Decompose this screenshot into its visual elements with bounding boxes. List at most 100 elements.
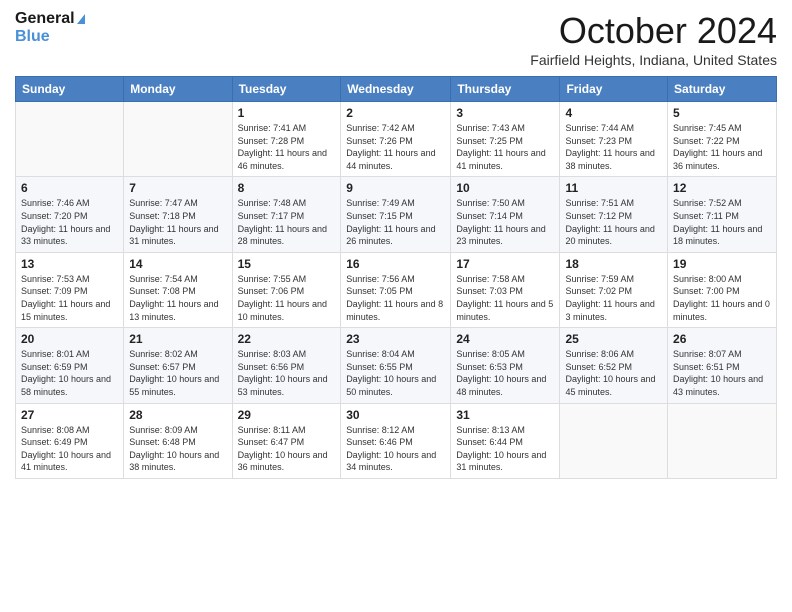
calendar-cell: 24 Sunrise: 8:05 AMSunset: 6:53 PMDayligh… <box>451 328 560 403</box>
day-number: 21 <box>129 332 226 346</box>
day-info: Sunrise: 7:44 AMSunset: 7:23 PMDaylight:… <box>565 123 654 171</box>
day-info: Sunrise: 8:02 AMSunset: 6:57 PMDaylight:… <box>129 349 219 397</box>
calendar-cell: 29 Sunrise: 8:11 AMSunset: 6:47 PMDayligh… <box>232 403 341 478</box>
day-info: Sunrise: 7:47 AMSunset: 7:18 PMDaylight:… <box>129 198 218 246</box>
day-number: 3 <box>456 106 554 120</box>
day-info: Sunrise: 8:05 AMSunset: 6:53 PMDaylight:… <box>456 349 546 397</box>
day-info: Sunrise: 7:59 AMSunset: 7:02 PMDaylight:… <box>565 274 654 322</box>
col-thursday: Thursday <box>451 77 560 102</box>
day-number: 6 <box>21 181 118 195</box>
day-info: Sunrise: 7:49 AMSunset: 7:15 PMDaylight:… <box>346 198 435 246</box>
day-info: Sunrise: 8:04 AMSunset: 6:55 PMDaylight:… <box>346 349 436 397</box>
calendar-cell: 20 Sunrise: 8:01 AMSunset: 6:59 PMDayligh… <box>16 328 124 403</box>
day-info: Sunrise: 7:54 AMSunset: 7:08 PMDaylight:… <box>129 274 218 322</box>
calendar-cell <box>124 102 232 177</box>
day-info: Sunrise: 8:07 AMSunset: 6:51 PMDaylight:… <box>673 349 763 397</box>
col-saturday: Saturday <box>668 77 777 102</box>
calendar-cell: 30 Sunrise: 8:12 AMSunset: 6:46 PMDayligh… <box>341 403 451 478</box>
day-info: Sunrise: 8:12 AMSunset: 6:46 PMDaylight:… <box>346 425 436 473</box>
calendar-cell: 23Sunrise: 8:04 AMSunset: 6:55 PMDayligh… <box>341 328 451 403</box>
calendar-cell: 7 Sunrise: 7:47 AMSunset: 7:18 PMDaylight… <box>124 177 232 252</box>
calendar-cell: 1Sunrise: 7:41 AMSunset: 7:28 PMDaylight… <box>232 102 341 177</box>
day-number: 24 <box>456 332 554 346</box>
day-info: Sunrise: 8:01 AMSunset: 6:59 PMDaylight:… <box>21 349 111 397</box>
calendar-cell: 17 Sunrise: 7:58 AMSunset: 7:03 PMDayligh… <box>451 252 560 327</box>
day-info: Sunrise: 7:48 AMSunset: 7:17 PMDaylight:… <box>238 198 327 246</box>
calendar-cell: 9 Sunrise: 7:49 AMSunset: 7:15 PMDaylight… <box>341 177 451 252</box>
day-number: 16 <box>346 257 445 271</box>
page: General Blue October 2024 Fairfield Heig… <box>0 0 792 612</box>
day-number: 28 <box>129 408 226 422</box>
calendar-cell: 8Sunrise: 7:48 AMSunset: 7:17 PMDaylight… <box>232 177 341 252</box>
day-number: 15 <box>238 257 336 271</box>
calendar-cell: 19Sunrise: 8:00 AMSunset: 7:00 PMDayligh… <box>668 252 777 327</box>
day-info: Sunrise: 7:45 AMSunset: 7:22 PMDaylight:… <box>673 123 762 171</box>
day-info: Sunrise: 8:09 AMSunset: 6:48 PMDaylight:… <box>129 425 219 473</box>
day-number: 31 <box>456 408 554 422</box>
calendar-cell <box>560 403 668 478</box>
logo: General Blue <box>15 10 85 45</box>
location-title: Fairfield Heights, Indiana, United State… <box>530 52 777 68</box>
calendar-cell: 6 Sunrise: 7:46 AMSunset: 7:20 PMDaylight… <box>16 177 124 252</box>
day-info: Sunrise: 7:46 AMSunset: 7:20 PMDaylight:… <box>21 198 110 246</box>
day-info: Sunrise: 7:50 AMSunset: 7:14 PMDaylight:… <box>456 198 545 246</box>
day-number: 20 <box>21 332 118 346</box>
day-number: 2 <box>346 106 445 120</box>
calendar-cell: 26 Sunrise: 8:07 AMSunset: 6:51 PMDayligh… <box>668 328 777 403</box>
day-info: Sunrise: 8:13 AMSunset: 6:44 PMDaylight:… <box>456 425 546 473</box>
day-info: Sunrise: 7:52 AMSunset: 7:11 PMDaylight:… <box>673 198 762 246</box>
day-number: 11 <box>565 181 662 195</box>
col-tuesday: Tuesday <box>232 77 341 102</box>
day-number: 26 <box>673 332 771 346</box>
day-info: Sunrise: 8:00 AMSunset: 7:00 PMDaylight:… <box>673 274 770 322</box>
day-info: Sunrise: 7:56 AMSunset: 7:05 PMDaylight:… <box>346 274 443 322</box>
day-number: 5 <box>673 106 771 120</box>
day-number: 12 <box>673 181 771 195</box>
day-number: 4 <box>565 106 662 120</box>
calendar-cell: 5 Sunrise: 7:45 AMSunset: 7:22 PMDaylight… <box>668 102 777 177</box>
calendar-cell: 27Sunrise: 8:08 AMSunset: 6:49 PMDayligh… <box>16 403 124 478</box>
calendar-table: Sunday Monday Tuesday Wednesday Thursday… <box>15 76 777 479</box>
calendar-cell: 2 Sunrise: 7:42 AMSunset: 7:26 PMDaylight… <box>341 102 451 177</box>
col-monday: Monday <box>124 77 232 102</box>
day-number: 9 <box>346 181 445 195</box>
header: General Blue October 2024 Fairfield Heig… <box>15 10 777 68</box>
calendar-cell: 21 Sunrise: 8:02 AMSunset: 6:57 PMDayligh… <box>124 328 232 403</box>
col-wednesday: Wednesday <box>341 77 451 102</box>
calendar-cell: 28 Sunrise: 8:09 AMSunset: 6:48 PMDayligh… <box>124 403 232 478</box>
day-info: Sunrise: 8:11 AMSunset: 6:47 PMDaylight:… <box>238 425 328 473</box>
day-number: 29 <box>238 408 336 422</box>
calendar-cell: 16 Sunrise: 7:56 AMSunset: 7:05 PMDayligh… <box>341 252 451 327</box>
day-number: 30 <box>346 408 445 422</box>
calendar-cell: 13Sunrise: 7:53 AMSunset: 7:09 PMDayligh… <box>16 252 124 327</box>
day-number: 13 <box>21 257 118 271</box>
calendar-week-4: 20 Sunrise: 8:01 AMSunset: 6:59 PMDayligh… <box>16 328 777 403</box>
day-number: 18 <box>565 257 662 271</box>
day-number: 25 <box>565 332 662 346</box>
calendar-cell: 22 Sunrise: 8:03 AMSunset: 6:56 PMDayligh… <box>232 328 341 403</box>
day-info: Sunrise: 7:41 AMSunset: 7:28 PMDaylight:… <box>238 123 327 171</box>
calendar-header-row: Sunday Monday Tuesday Wednesday Thursday… <box>16 77 777 102</box>
calendar-cell: 4 Sunrise: 7:44 AMSunset: 7:23 PMDaylight… <box>560 102 668 177</box>
day-number: 10 <box>456 181 554 195</box>
day-info: Sunrise: 8:03 AMSunset: 6:56 PMDaylight:… <box>238 349 328 397</box>
day-info: Sunrise: 7:55 AMSunset: 7:06 PMDaylight:… <box>238 274 327 322</box>
day-info: Sunrise: 7:42 AMSunset: 7:26 PMDaylight:… <box>346 123 435 171</box>
calendar-cell: 3Sunrise: 7:43 AMSunset: 7:25 PMDaylight… <box>451 102 560 177</box>
day-number: 22 <box>238 332 336 346</box>
calendar-cell: 25Sunrise: 8:06 AMSunset: 6:52 PMDayligh… <box>560 328 668 403</box>
day-number: 7 <box>129 181 226 195</box>
calendar-cell: 31 Sunrise: 8:13 AMSunset: 6:44 PMDayligh… <box>451 403 560 478</box>
calendar-cell: 18 Sunrise: 7:59 AMSunset: 7:02 PMDayligh… <box>560 252 668 327</box>
day-info: Sunrise: 7:58 AMSunset: 7:03 PMDaylight:… <box>456 274 553 322</box>
calendar-cell: 11 Sunrise: 7:51 AMSunset: 7:12 PMDayligh… <box>560 177 668 252</box>
day-info: Sunrise: 7:51 AMSunset: 7:12 PMDaylight:… <box>565 198 654 246</box>
col-friday: Friday <box>560 77 668 102</box>
day-number: 14 <box>129 257 226 271</box>
calendar-week-1: 1Sunrise: 7:41 AMSunset: 7:28 PMDaylight… <box>16 102 777 177</box>
calendar-cell <box>668 403 777 478</box>
calendar-cell: 10 Sunrise: 7:50 AMSunset: 7:14 PMDayligh… <box>451 177 560 252</box>
day-number: 17 <box>456 257 554 271</box>
calendar-cell: 12 Sunrise: 7:52 AMSunset: 7:11 PMDayligh… <box>668 177 777 252</box>
calendar-cell: 15 Sunrise: 7:55 AMSunset: 7:06 PMDayligh… <box>232 252 341 327</box>
